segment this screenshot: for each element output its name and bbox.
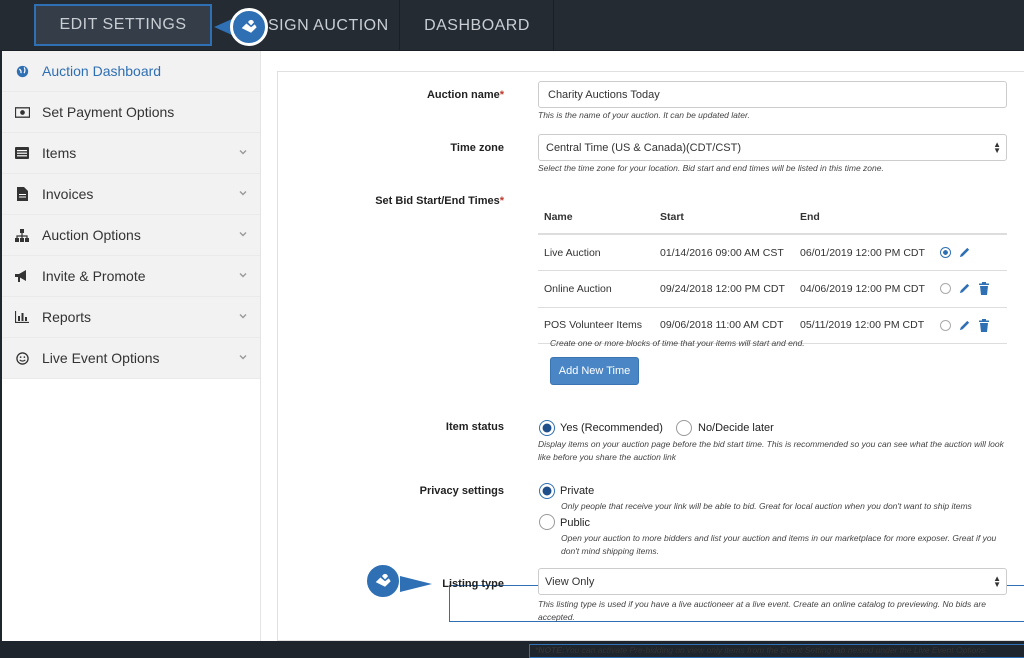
item-status-no-radio[interactable]	[676, 420, 692, 436]
listing-type-label: Listing type	[442, 578, 504, 590]
sidebar-item-auction-options[interactable]: Auction Options	[2, 215, 260, 256]
sidebar-item-invite-promote[interactable]: Invite & Promote	[2, 256, 260, 297]
table-row: Live Auction 01/14/2016 09:00 AM CST 06/…	[538, 234, 1007, 271]
time-zone-label: Time zone	[450, 142, 504, 154]
tab-dashboard[interactable]: DASHBOARD	[401, 0, 554, 51]
privacy-public-help: Open your auction to more bidders and li…	[561, 533, 997, 556]
bid-times-table: Name Start End Live Auction 01/14/2016 0…	[538, 200, 1007, 344]
sidebar-item-set-payment-options[interactable]: Set Payment Options	[2, 92, 260, 133]
top-navigation: EDIT SETTINGS SIGN AUCTION DASHBOARD	[0, 0, 1024, 51]
smiley-icon	[14, 350, 30, 366]
sidebar-item-auction-dashboard[interactable]: Auction Dashboard	[2, 51, 260, 92]
time-zone-select[interactable]: Central Time (US & Canada)(CDT/CST) ▲ ▼	[538, 134, 1007, 161]
item-status-label: Item status	[445, 421, 504, 433]
document-icon	[14, 186, 30, 202]
pencil-icon[interactable]	[958, 282, 971, 295]
trash-icon[interactable]	[978, 282, 990, 296]
privacy-settings-label: Privacy settings	[419, 485, 504, 497]
chevron-down-icon	[239, 191, 247, 196]
bar-chart-icon	[14, 309, 30, 325]
column-header: End	[794, 200, 934, 235]
time-end: 04/06/2019 12:00 PM CDT	[794, 270, 934, 308]
tab-edit-settings[interactable]: EDIT SETTINGS	[34, 4, 212, 46]
pencil-icon[interactable]	[958, 319, 971, 332]
chevron-down-icon	[239, 232, 247, 237]
item-status-help: Display items on your auction page befor…	[538, 439, 1004, 462]
globe-icon	[14, 63, 30, 79]
listing-type-help: This listing type is used if you have a …	[538, 599, 986, 622]
sidebar-item-label: Set Payment Options	[42, 104, 175, 120]
trash-icon[interactable]	[978, 318, 990, 332]
heart-hand-icon	[364, 562, 402, 600]
time-zone-help: Select the time zone for your location. …	[538, 163, 884, 173]
sidebar-item-label: Items	[42, 145, 77, 161]
heart-hand-icon	[230, 8, 268, 46]
select-time-radio[interactable]	[940, 319, 951, 331]
privacy-private-radio[interactable]	[539, 483, 555, 499]
sidebar-item-reports[interactable]: Reports	[2, 297, 260, 338]
note-text: You can activate Pre-bidding on view onl…	[564, 645, 988, 655]
note-prefix: *NOTE:	[535, 645, 565, 655]
listing-type-value: View Only	[545, 575, 595, 588]
main-content: Auction name* Charity Auctions Today Thi…	[260, 51, 1024, 658]
settings-form: Auction name* Charity Auctions Today Thi…	[277, 71, 1024, 658]
table-row: Online Auction 09/24/2018 12:00 PM CDT 0…	[538, 270, 1007, 308]
sidebar-item-label: Auction Options	[42, 227, 141, 243]
callout-arrow	[400, 576, 432, 592]
listing-type-note: *NOTE:You can activate Pre-bidding on vi…	[529, 644, 1024, 658]
time-start: 09/24/2018 12:00 PM CDT	[654, 270, 794, 308]
listing-type-select[interactable]: View Only ▲ ▼	[538, 568, 1007, 595]
select-arrows-icon: ▲ ▼	[993, 140, 1001, 155]
bid-times-help: Create one or more blocks of time that y…	[550, 338, 805, 348]
select-arrows-icon: ▲ ▼	[993, 574, 1001, 589]
auction-name-label: Auction name*	[426, 89, 504, 101]
megaphone-icon	[14, 268, 30, 284]
money-icon	[14, 104, 30, 120]
chevron-down-icon	[239, 273, 247, 278]
bid-times-label: Set Bid Start/End Times*	[375, 195, 504, 207]
sidebar-item-label: Invoices	[42, 186, 94, 202]
select-time-radio[interactable]	[940, 247, 951, 258]
time-end: 06/01/2019 12:00 PM CDT	[794, 234, 934, 271]
time-end: 05/11/2019 12:00 PM CDT	[794, 307, 934, 344]
privacy-public-label: Public	[560, 517, 590, 529]
time-name: Online Auction	[538, 270, 654, 308]
sidebar-item-items[interactable]: Items	[2, 133, 260, 174]
time-start: 01/14/2016 09:00 AM CST	[654, 234, 794, 271]
sidebar-item-label: Auction Dashboard	[42, 63, 162, 79]
sidebar-item-label: Invite & Promote	[42, 268, 146, 284]
privacy-private-help: Only people that receive your link will …	[561, 501, 972, 511]
table-header-row: Name Start End	[538, 200, 1007, 235]
auction-name-help: This is the name of your auction. It can…	[538, 110, 750, 120]
sidebar-item-live-event-options[interactable]: Live Event Options	[2, 338, 260, 379]
time-zone-value: Central Time (US & Canada)(CDT/CST)	[546, 141, 741, 154]
auction-name-input[interactable]: Charity Auctions Today	[538, 81, 1007, 108]
sidebar-item-label: Reports	[42, 309, 92, 325]
sidebar: Auction Dashboard Set Payment Options It…	[2, 51, 260, 641]
time-name: Live Auction	[538, 234, 654, 271]
list-icon	[14, 145, 30, 161]
column-header: Name	[538, 200, 654, 235]
chevron-down-icon	[239, 314, 247, 319]
sidebar-item-label: Live Event Options	[42, 350, 160, 366]
chevron-down-icon	[239, 150, 247, 155]
item-status-yes-radio[interactable]	[539, 420, 555, 436]
column-header: Start	[654, 200, 794, 235]
add-new-time-button[interactable]: Add New Time	[550, 357, 639, 385]
item-status-yes-label: Yes (Recommended)	[560, 422, 663, 434]
select-time-radio[interactable]	[940, 283, 951, 295]
sidebar-item-invoices[interactable]: Invoices	[2, 174, 260, 215]
pencil-icon[interactable]	[958, 246, 971, 259]
chevron-down-icon	[239, 355, 247, 360]
item-status-no-label: No/Decide later	[698, 422, 774, 434]
privacy-public-radio[interactable]	[539, 514, 555, 530]
privacy-private-label: Private	[560, 485, 595, 497]
sitemap-icon	[14, 227, 30, 243]
